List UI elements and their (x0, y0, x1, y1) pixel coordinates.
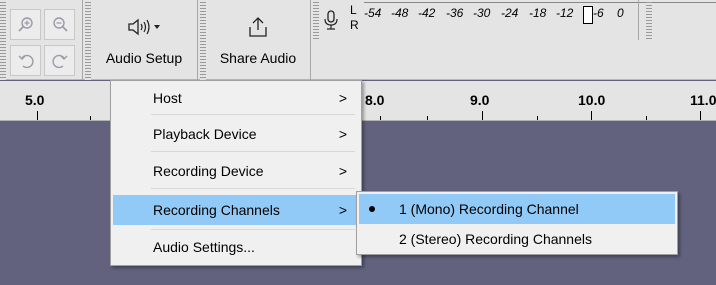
submenu-item-stereo[interactable]: 2 (Stereo) Recording Channels (359, 224, 675, 254)
ruler-tick (427, 116, 428, 120)
toolbar-grip[interactable] (200, 0, 206, 80)
menu-item-label: Playback Device (153, 126, 257, 142)
menu-item-label: Recording Device (153, 163, 264, 179)
ruler-tick (37, 111, 38, 120)
menu-item-recording-channels[interactable]: Recording Channels > (113, 195, 359, 225)
ruler-tick (537, 116, 538, 120)
meter-tick: -18 (529, 6, 547, 20)
microphone-icon[interactable] (324, 10, 338, 33)
ruler-tick (380, 116, 381, 120)
meter-grip[interactable] (313, 0, 319, 40)
audio-setup-menu: Host > Playback Device > Recording Devic… (110, 80, 362, 266)
ruler-label: 11.0 (690, 92, 716, 108)
submenu-item-mono[interactable]: 1 (Mono) Recording Channel (359, 194, 675, 224)
share-audio-label: Share Audio (219, 50, 297, 66)
ruler-tick (90, 116, 91, 120)
meter-top-line (364, 2, 716, 3)
undo-icon (18, 54, 34, 68)
meter-tick: -30 (473, 6, 491, 20)
redo-icon (51, 54, 67, 68)
menu-item-label: Recording Channels (153, 202, 280, 218)
chevron-right-icon: > (338, 163, 347, 179)
undo-button[interactable] (10, 45, 41, 76)
meter-scale: -54 -48 -42 -36 -30 -24 -18 -12 -6 0 (364, 0, 716, 40)
meter-tick: -54 (364, 6, 382, 20)
redo-button[interactable] (44, 45, 75, 76)
recording-channels-submenu: 1 (Mono) Recording Channel 2 (Stereo) Re… (356, 191, 678, 255)
meter-tick: -42 (418, 6, 436, 20)
toolbar-separator (197, 0, 198, 80)
channel-right-label: R (350, 18, 359, 32)
ruler-tick (646, 116, 647, 120)
meter-tick: -24 (501, 6, 519, 20)
audio-setup-button[interactable]: Audio Setup (96, 0, 192, 80)
toolbar-grip[interactable] (0, 0, 6, 80)
chevron-right-icon: > (338, 202, 347, 218)
submenu-item-label: 1 (Mono) Recording Channel (399, 201, 579, 217)
meter-tick: 0 (617, 6, 624, 20)
menu-divider (151, 151, 355, 152)
meter-end-separator (638, 0, 639, 40)
chevron-right-icon: > (338, 90, 347, 106)
meter-grip[interactable] (646, 0, 652, 40)
menu-item-audio-settings[interactable]: Audio Settings... (113, 232, 359, 262)
zoom-out-button[interactable] (44, 9, 75, 40)
menu-item-label: Audio Settings... (153, 239, 255, 255)
share-audio-button[interactable]: Share Audio (210, 0, 306, 80)
menu-item-host[interactable]: Host > (113, 83, 359, 113)
zoom-out-icon (52, 16, 68, 32)
meter-tick: -12 (556, 6, 574, 20)
recording-meter[interactable]: L R -54 -48 -42 -36 -30 -24 -18 -12 -6 0 (313, 0, 716, 40)
meter-tick: -36 (446, 6, 464, 20)
share-icon (247, 16, 269, 38)
menu-item-label: Host (153, 90, 182, 106)
selected-bullet-icon (369, 206, 375, 212)
toolbar-separator (82, 0, 83, 80)
menu-divider (151, 229, 355, 230)
submenu-item-label: 2 (Stereo) Recording Channels (399, 231, 592, 247)
zoom-in-icon (17, 16, 33, 32)
channel-left-label: L (350, 3, 357, 17)
ruler-label: 5.0 (25, 92, 45, 108)
speaker-icon (126, 16, 162, 38)
menu-item-playback-device[interactable]: Playback Device > (113, 119, 359, 149)
meter-channel-labels: L R (350, 3, 359, 33)
menu-divider (151, 188, 355, 189)
chevron-right-icon: > (338, 126, 347, 142)
ruler-label: 10.0 (578, 92, 606, 108)
meter-tick: -48 (391, 6, 409, 20)
meter-tick: -6 (593, 6, 604, 20)
meter-level-indicator[interactable] (583, 6, 593, 24)
ruler-label: 9.0 (470, 92, 490, 108)
zoom-in-button[interactable] (10, 9, 41, 40)
toolbar-grip[interactable] (85, 0, 91, 80)
ruler-tick (700, 111, 701, 120)
menu-divider (151, 114, 355, 115)
audio-setup-label: Audio Setup (105, 50, 183, 66)
menu-item-recording-device[interactable]: Recording Device > (113, 156, 359, 186)
toolbar-separator (310, 0, 311, 80)
ruler-tick (482, 111, 483, 120)
ruler-tick (591, 111, 592, 120)
ruler-label: 8.0 (365, 92, 385, 108)
